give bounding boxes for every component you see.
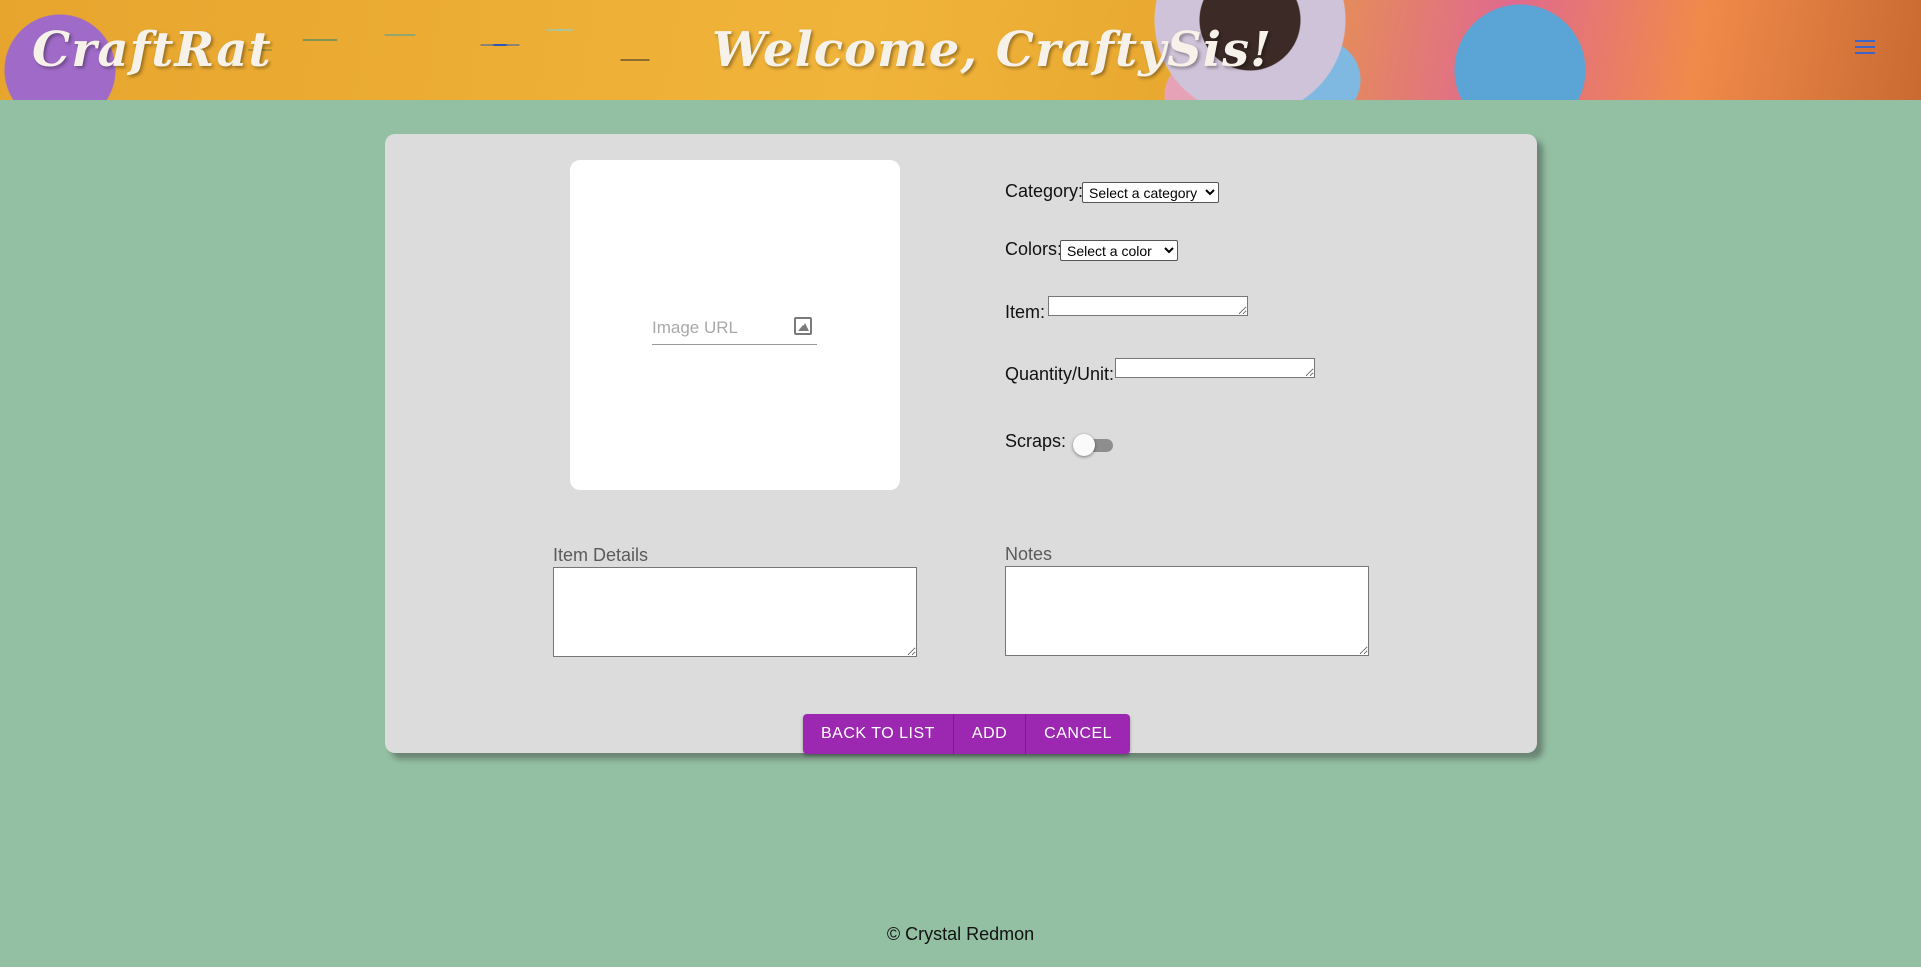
- scraps-toggle[interactable]: [1073, 433, 1115, 457]
- item-input[interactable]: [1048, 296, 1248, 316]
- image-icon: [794, 317, 812, 335]
- back-to-list-button[interactable]: BACK TO LIST: [803, 714, 954, 754]
- scraps-label: Scraps:: [1005, 431, 1067, 451]
- add-item-card: Category: Select a category Colors: Sele…: [385, 134, 1537, 754]
- header-banner: CraftRat Welcome, CraftySis!: [0, 0, 1921, 100]
- image-url-input[interactable]: [652, 314, 782, 342]
- hamburger-menu-icon[interactable]: [1855, 40, 1875, 56]
- add-button[interactable]: ADD: [953, 714, 1027, 754]
- image-url-field: [652, 314, 817, 345]
- brand-logo[interactable]: CraftRat: [32, 22, 272, 78]
- image-preview-box: [570, 160, 900, 490]
- colors-select[interactable]: Select a color: [1060, 240, 1178, 261]
- item-details-label: Item Details: [553, 545, 649, 565]
- quantity-label: Quantity/Unit:: [1005, 364, 1115, 384]
- item-label: Item:: [1005, 302, 1046, 322]
- cancel-button[interactable]: CANCEL: [1026, 714, 1131, 754]
- category-select[interactable]: Select a category: [1082, 182, 1219, 203]
- toggle-thumb: [1073, 434, 1095, 456]
- colors-label: Colors:: [1005, 239, 1063, 259]
- item-details-textarea[interactable]: [553, 567, 917, 657]
- quantity-input[interactable]: [1115, 358, 1315, 378]
- footer-copyright: © Crystal Redmon: [886, 924, 1035, 944]
- category-label: Category:: [1005, 181, 1084, 201]
- notes-label: Notes: [1005, 544, 1053, 564]
- action-button-group: BACK TO LIST ADD CANCEL: [803, 714, 1131, 754]
- welcome-heading: Welcome, CraftySis!: [712, 22, 1273, 78]
- notes-textarea[interactable]: [1005, 566, 1369, 656]
